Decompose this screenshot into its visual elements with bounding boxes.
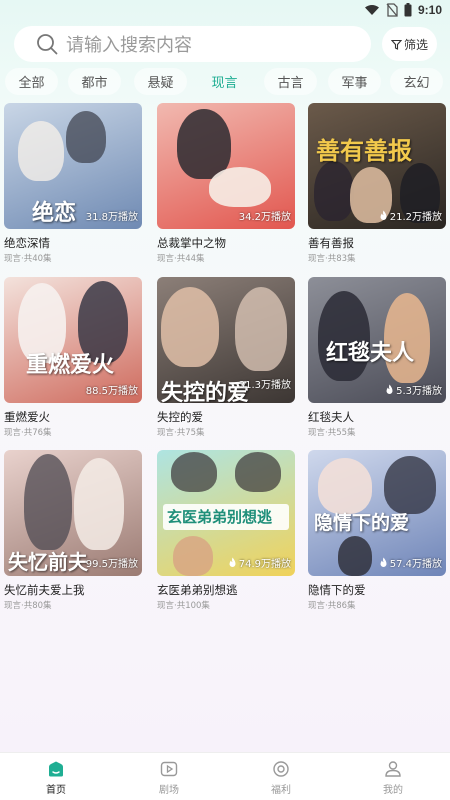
drama-meta: 现言·共80集 <box>4 601 52 611</box>
drama-meta: 现言·共55集 <box>308 428 356 438</box>
drama-card[interactable]: 玄医弟弟别想逃 74.9万播放 玄医弟弟别想逃 现言·共100集 <box>157 450 295 611</box>
drama-poster[interactable]: 玄医弟弟别想逃 74.9万播放 <box>157 450 295 576</box>
drama-meta: 现言·共75集 <box>157 428 205 438</box>
drama-title: 失忆前夫爱上我 <box>4 583 85 597</box>
play-count: 88.5万播放 <box>85 386 138 397</box>
tab-modern-romance[interactable]: 现言 <box>198 68 251 95</box>
status-bar: 9:10 <box>0 0 450 22</box>
nav-profile[interactable]: 我的 <box>363 761 423 796</box>
drama-meta: 现言·共100集 <box>157 601 210 611</box>
play-count: 31.8万播放 <box>85 212 138 223</box>
drama-meta: 现言·共83集 <box>308 254 356 264</box>
drama-poster[interactable]: 失忆前夫 99.5万播放 <box>4 450 142 576</box>
play-count: 31.3万播放 <box>238 380 291 391</box>
drama-title: 红毯夫人 <box>308 410 354 424</box>
drama-title: 失控的爱 <box>157 410 203 424</box>
play-count: 99.5万播放 <box>85 559 138 570</box>
drama-card[interactable]: 失控的爱 31.3万播放 失控的爱 现言·共75集 <box>157 277 295 438</box>
play-count: 34.2万播放 <box>238 212 291 223</box>
category-tabs: 全部 都市 悬疑 现言 古言 军事 玄幻 <box>0 68 450 96</box>
tab-all[interactable]: 全部 <box>5 68 58 95</box>
drama-poster[interactable]: 34.2万播放 <box>157 103 295 229</box>
poster-title: 失控的爱 <box>161 380 250 403</box>
tab-urban[interactable]: 都市 <box>68 68 121 95</box>
status-time: 9:10 <box>417 3 442 17</box>
poster-title: 失忆前夫 <box>8 550 88 574</box>
drama-card[interactable]: 34.2万播放 总裁掌中之物 现言·共44集 <box>157 103 295 264</box>
welfare-icon <box>273 761 289 777</box>
drama-poster[interactable]: 红毯夫人 5.3万播放 <box>308 277 446 403</box>
drama-poster[interactable]: 善有善报 21.2万播放 <box>308 103 446 229</box>
drama-title: 绝恋深情 <box>4 236 50 250</box>
poster-title: 重燃爱火 <box>26 352 115 378</box>
fire-icon <box>229 557 236 567</box>
drama-title: 玄医弟弟别想逃 <box>157 583 238 597</box>
drama-title: 隐情下的爱 <box>308 583 366 597</box>
filter-button[interactable]: 筛选 <box>382 27 437 61</box>
no-sim-icon <box>386 3 398 17</box>
drama-card[interactable]: 绝恋 31.8万播放 绝恋深情 现言·共40集 <box>4 103 142 264</box>
drama-card[interactable]: 隐情下的爱 57.4万播放 隐情下的爱 现言·共86集 <box>308 450 446 611</box>
filter-icon <box>390 39 402 50</box>
poster-title: 红毯夫人 <box>326 340 415 366</box>
drama-meta: 现言·共76集 <box>4 428 52 438</box>
poster-title: 玄医弟弟别想逃 <box>167 508 273 526</box>
battery-icon <box>404 3 412 17</box>
nav-home[interactable]: 首页 <box>26 761 86 796</box>
drama-poster[interactable]: 隐情下的爱 57.4万播放 <box>308 450 446 576</box>
drama-meta: 现言·共40集 <box>4 254 52 264</box>
nav-welfare[interactable]: 福利 <box>251 761 311 796</box>
play-count: 57.4万播放 <box>379 555 442 570</box>
drama-meta: 现言·共86集 <box>308 601 356 611</box>
drama-poster[interactable]: 绝恋 31.8万播放 <box>4 103 142 229</box>
home-icon <box>49 761 63 777</box>
bottom-nav: 首页 剧场 福利 我的 <box>0 752 450 800</box>
search-icon <box>37 34 58 55</box>
nav-theater[interactable]: 剧场 <box>139 761 199 796</box>
drama-card[interactable]: 善有善报 21.2万播放 善有善报 现言·共83集 <box>308 103 446 264</box>
drama-card[interactable]: 红毯夫人 5.3万播放 红毯夫人 现言·共55集 <box>308 277 446 438</box>
search-placeholder: 请输入搜索内容 <box>66 35 192 56</box>
play-count: 74.9万播放 <box>228 555 291 570</box>
profile-icon <box>385 761 401 777</box>
drama-title: 总裁掌中之物 <box>157 236 226 250</box>
poster-title: 隐情下的爱 <box>314 512 410 534</box>
fire-icon <box>380 557 387 567</box>
drama-poster[interactable]: 重燃爱火 88.5万播放 <box>4 277 142 403</box>
poster-title: 善有善报 <box>316 136 412 165</box>
drama-card[interactable]: 失忆前夫 99.5万播放 失忆前夫爱上我 现言·共80集 <box>4 450 142 611</box>
tab-mystery[interactable]: 悬疑 <box>134 68 187 95</box>
drama-meta: 现言·共44集 <box>157 254 205 264</box>
search-input[interactable]: 请输入搜索内容 <box>14 26 371 62</box>
drama-poster[interactable]: 失控的爱 31.3万播放 <box>157 277 295 403</box>
wifi-icon <box>364 5 379 15</box>
drama-card[interactable]: 重燃爱火 88.5万播放 重燃爱火 现言·共76集 <box>4 277 142 438</box>
theater-icon <box>160 761 178 777</box>
poster-title: 绝恋 <box>32 200 77 226</box>
drama-title: 善有善报 <box>308 236 354 250</box>
tab-ancient-romance[interactable]: 古言 <box>264 68 317 95</box>
play-count: 21.2万播放 <box>379 208 442 223</box>
fire-icon <box>380 210 387 220</box>
filter-label: 筛选 <box>403 37 428 52</box>
fire-icon <box>386 384 393 394</box>
play-count: 5.3万播放 <box>385 382 442 397</box>
tab-fantasy[interactable]: 玄幻 <box>390 68 443 95</box>
tab-military[interactable]: 军事 <box>328 68 381 95</box>
drama-title: 重燃爱火 <box>4 410 50 424</box>
